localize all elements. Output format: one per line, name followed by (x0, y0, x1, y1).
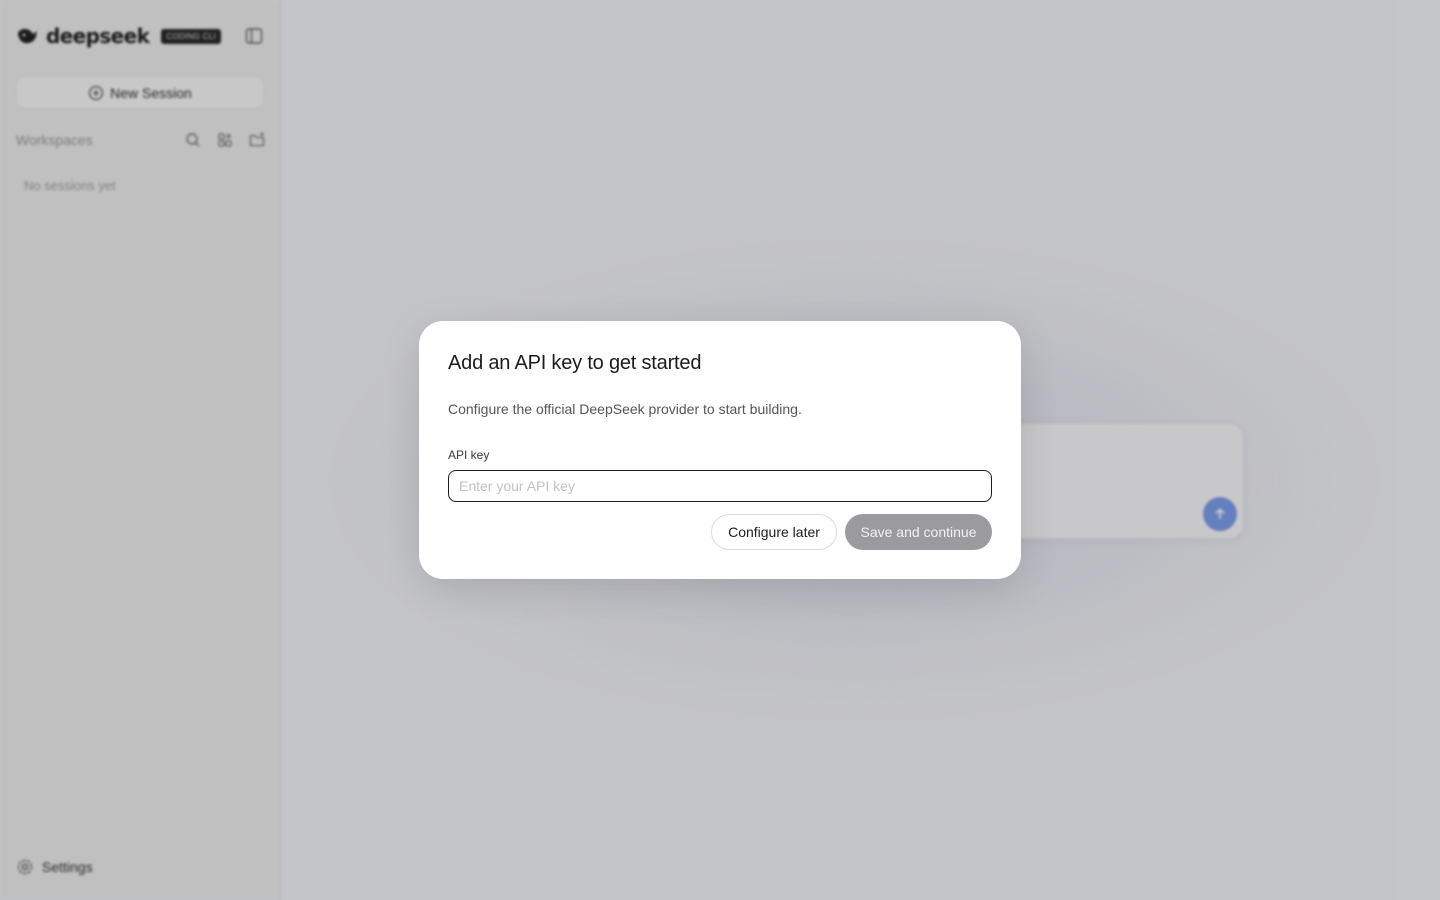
configure-later-button[interactable]: Configure later (711, 514, 837, 550)
api-key-dialog: Add an API key to get started Configure … (419, 321, 1021, 579)
save-and-continue-button[interactable]: Save and continue (845, 514, 992, 550)
dialog-description: Configure the official DeepSeek provider… (448, 401, 802, 417)
api-key-label: API key (448, 448, 490, 462)
api-key-input[interactable] (448, 470, 992, 502)
dialog-title: Add an API key to get started (448, 352, 702, 374)
